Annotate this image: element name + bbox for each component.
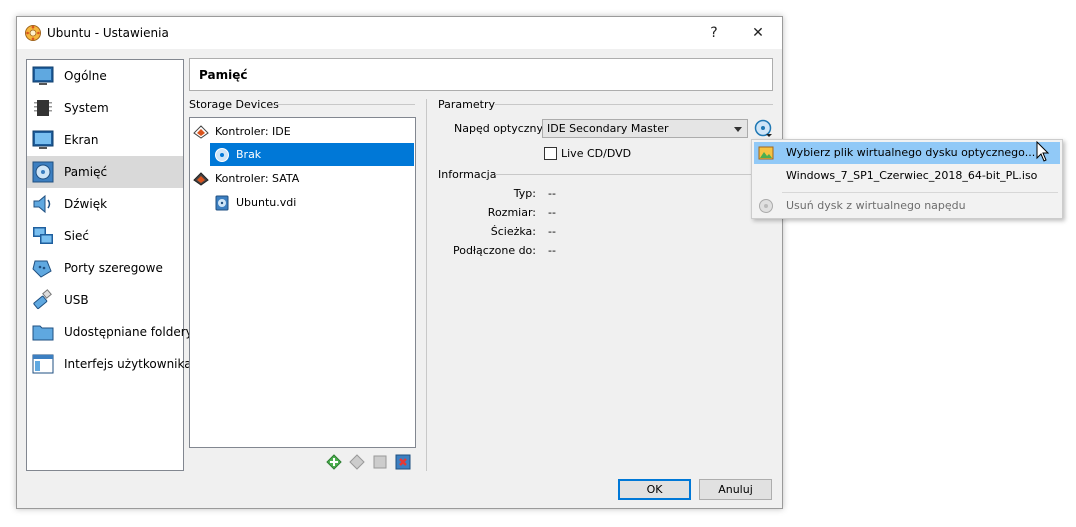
menu-separator [782, 192, 1058, 193]
sidebar-item-audio[interactable]: Dźwięk [27, 188, 183, 220]
ok-button[interactable]: OK [618, 479, 691, 500]
info-path-label: Ścieżka: [490, 225, 536, 238]
display-monitor-icon [32, 130, 54, 149]
sidebar-item-display[interactable]: Ekran [27, 124, 183, 156]
eject-disc-icon [759, 199, 773, 213]
close-button[interactable]: ✕ [736, 17, 780, 49]
add-controller-icon[interactable] [325, 453, 343, 471]
shared-folder-icon [32, 325, 54, 341]
page-title-box: Pamięć [189, 58, 773, 91]
live-cd-label: Live CD/DVD [561, 147, 632, 160]
audio-speaker-icon [33, 194, 51, 214]
live-cd-checkbox[interactable] [544, 147, 557, 160]
category-list: Ogólne System Ekran Pamięć Dźwięk Sieć P… [26, 59, 193, 471]
sidebar-item-storage[interactable]: Pamięć [27, 156, 183, 188]
info-size-value: -- [548, 206, 556, 219]
tree-item-sata-controller[interactable]: Kontroler: SATA [193, 167, 414, 190]
image-file-icon [758, 146, 774, 160]
sata-controller-icon [193, 171, 209, 186]
sidebar-item-network[interactable]: Sieć [27, 220, 183, 252]
information-group-title: Informacja [438, 168, 497, 181]
tree-item-ide-controller[interactable]: Kontroler: IDE [193, 120, 414, 143]
network-icon [33, 227, 53, 244]
storage-devices-group-title: Storage Devices [189, 98, 279, 111]
parameters-group-line [495, 104, 773, 105]
optical-disc-menu: Wybierz plik wirtualnego dysku optyczneg… [751, 139, 1063, 219]
mouse-cursor-icon [1036, 141, 1050, 162]
optical-disc-icon [215, 147, 229, 162]
chevron-down-icon [734, 127, 742, 132]
title-bar: Ubuntu - Ustawienia ? ✕ [17, 17, 782, 49]
menu-item-choose-disc-file[interactable]: Wybierz plik wirtualnego dysku optyczneg… [754, 142, 1060, 164]
page-title: Pamięć [199, 68, 248, 82]
tree-item-empty-drive[interactable]: Brak [210, 143, 414, 166]
add-attachment-icon[interactable] [371, 453, 389, 471]
usb-icon [33, 289, 52, 310]
user-interface-icon [32, 354, 54, 374]
storage-group-line [275, 104, 415, 105]
settings-dialog: Ubuntu - Ustawienia ? ✕ Ogólne System Ek… [16, 16, 783, 509]
virtualbox-app-icon [25, 25, 41, 41]
storage-tree[interactable]: Kontroler: IDE Brak Kontroler: SATA Ubun… [189, 117, 416, 448]
info-path-value: -- [548, 225, 556, 238]
cancel-button[interactable]: Anuluj [699, 479, 772, 500]
info-attached-label: Podłączone do: [452, 244, 536, 257]
help-button[interactable]: ? [692, 17, 736, 49]
sidebar-item-usb[interactable]: USB [27, 284, 183, 316]
sidebar-item-serial-ports[interactable]: Porty szeregowe [27, 252, 183, 284]
choose-disc-icon[interactable] [753, 118, 773, 138]
sidebar-item-general[interactable]: Ogólne [27, 60, 183, 92]
menu-item-windows-iso[interactable]: Windows_7_SP1_Czerwiec_2018_64-bit_PL.is… [754, 165, 1060, 187]
ide-controller-icon [193, 124, 209, 139]
hard-disk-icon [215, 195, 229, 210]
remove-controller-icon[interactable] [348, 453, 366, 471]
window-title: Ubuntu - Ustawienia [47, 26, 169, 40]
remove-attachment-icon[interactable] [394, 453, 412, 471]
optical-drive-label: Napęd optyczny: [454, 122, 546, 135]
info-size-label: Rozmiar: [487, 206, 536, 219]
serial-port-icon [32, 260, 52, 278]
optical-drive-select[interactable]: IDE Secondary Master [542, 119, 748, 138]
tree-item-ubuntu-vdi[interactable]: Ubuntu.vdi [214, 191, 414, 214]
storage-disc-icon [32, 161, 54, 183]
sidebar-item-shared-folders[interactable]: Udostępniane foldery [27, 316, 193, 348]
info-attached-value: -- [548, 244, 556, 257]
menu-item-remove-disc[interactable]: Usuń dysk z wirtualnego napędu [754, 195, 1060, 217]
parameters-group-title: Parametry [438, 98, 495, 111]
info-type-label: Typ: [513, 187, 536, 200]
vertical-separator [426, 99, 427, 471]
information-group-line [495, 174, 773, 175]
sidebar-item-user-interface[interactable]: Interfejs użytkownika [27, 348, 192, 380]
system-chip-icon [34, 100, 52, 116]
general-icon [32, 66, 54, 85]
info-type-value: -- [548, 187, 556, 200]
sidebar-item-system[interactable]: System [27, 92, 183, 124]
